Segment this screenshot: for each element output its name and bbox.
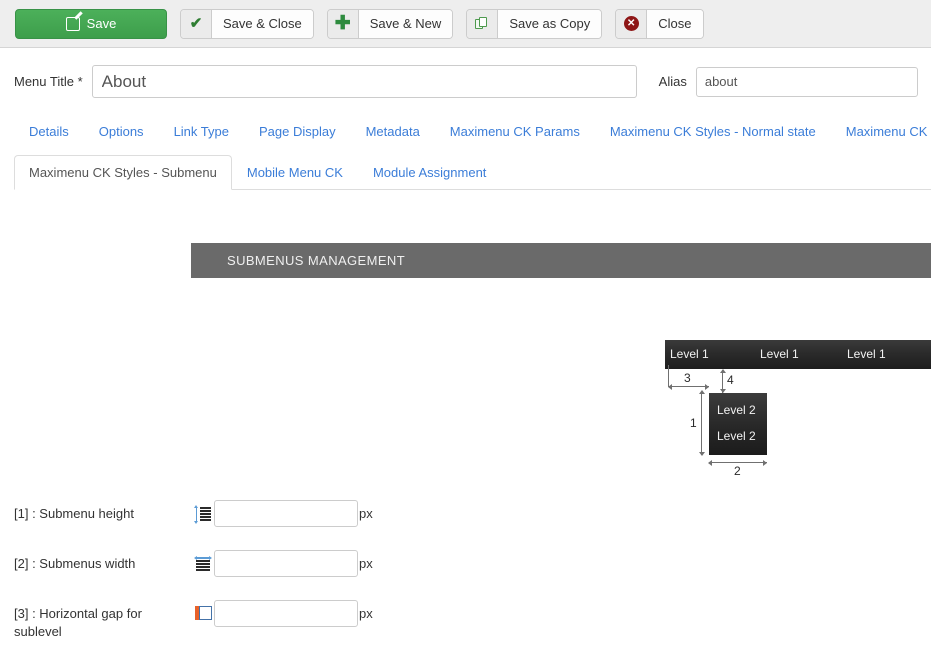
submenus-width-unit: px <box>359 556 373 571</box>
submenu-height-unit: px <box>359 506 373 521</box>
tab-bar: Details Options Link Type Page Display M… <box>0 114 931 190</box>
save-button-label: Save <box>86 16 117 31</box>
diagram-level1-item-2: Level 1 <box>760 347 799 361</box>
measure-3-arrow-right <box>705 383 709 390</box>
horizontal-gap-unit: px <box>359 606 373 621</box>
toolbar: Save ✔ Save & Close ✚ Save & New Save as… <box>0 0 931 48</box>
measure-2-arrow-left <box>708 459 712 466</box>
measure-1-line <box>701 393 702 455</box>
diagram-level2-item-2: Level 2 <box>717 429 756 443</box>
measure-1-arrow-down <box>698 452 705 456</box>
tab-page-display[interactable]: Page Display <box>244 114 351 148</box>
alias-label: Alias <box>658 74 687 89</box>
alias-input[interactable] <box>695 66 918 97</box>
save-and-close-button[interactable]: ✔ Save & Close <box>180 8 314 39</box>
save-as-copy-button[interactable]: Save as Copy <box>466 8 603 39</box>
measure-3-line <box>668 386 709 387</box>
diagram-level1-item-3: Level 1 <box>847 347 886 361</box>
save-and-new-button-label: Save & New <box>358 9 453 38</box>
menu-title-label: Menu Title * <box>14 74 83 89</box>
submenu-height-label: [1] : Submenu height <box>14 506 134 521</box>
submenus-width-label: [2] : Submenus width <box>14 556 136 571</box>
menu-title-input[interactable] <box>91 65 637 98</box>
field-row-horizontal-gap: [3] : Horizontal gap for sublevel px <box>0 600 931 641</box>
measure-2-arrow-right <box>763 459 767 466</box>
submenus-width-input[interactable] <box>214 550 358 577</box>
tab-maximenu-ck-styles-normal-state[interactable]: Maximenu CK Styles - Normal state <box>595 114 831 148</box>
copy-icon <box>467 9 499 38</box>
pencil-square-icon <box>65 16 80 31</box>
diagram-menubar: Level 1 Level 1 Level 1 <box>665 340 931 369</box>
measure-2-line <box>709 462 767 463</box>
horizontal-gap-input[interactable] <box>214 600 358 627</box>
save-as-copy-button-label: Save as Copy <box>498 9 602 38</box>
field-row-submenu-height: [1] : Submenu height px <box>0 500 931 527</box>
diagram-level1-item-1: Level 1 <box>670 347 709 361</box>
submenu-height-input[interactable] <box>214 500 358 527</box>
save-button[interactable]: Save <box>15 8 167 39</box>
check-icon: ✔ <box>181 9 212 38</box>
plus-icon: ✚ <box>327 9 359 38</box>
measure-2-label: 2 <box>734 464 741 478</box>
tab-maximenu-ck-params[interactable]: Maximenu CK Params <box>435 114 595 148</box>
field-row-submenus-width: [2] : Submenus width px <box>0 550 931 577</box>
save-and-close-button-label: Save & Close <box>212 9 313 38</box>
width-lines-icon <box>192 550 214 573</box>
left-gap-box-icon <box>192 600 214 621</box>
tab-maximenu-ck-styles-submenu[interactable]: Maximenu CK Styles - Submenu <box>14 155 232 190</box>
submenu-settings-panel: SUBMENUS MANAGEMENT Level 1 Level 1 Leve… <box>0 190 931 639</box>
tab-metadata[interactable]: Metadata <box>351 114 435 148</box>
diagram-submenu-box: Level 2 Level 2 <box>709 393 767 455</box>
close-circle-icon: ✕ <box>616 9 648 38</box>
tab-link-type[interactable]: Link Type <box>159 114 244 148</box>
height-lines-icon <box>192 500 214 524</box>
tab-options[interactable]: Options <box>84 114 159 148</box>
save-and-new-button[interactable]: ✚ Save & New <box>326 8 454 39</box>
close-button[interactable]: ✕ Close <box>615 8 704 39</box>
tab-row-primary: Details Options Link Type Page Display M… <box>14 114 931 148</box>
submenu-dimension-diagram: Level 1 Level 1 Level 1 Level 2 Level 2 … <box>665 340 931 480</box>
measure-4-arrow-down <box>719 389 726 393</box>
horizontal-gap-label: [3] : Horizontal gap for sublevel <box>14 606 142 639</box>
section-header: SUBMENUS MANAGEMENT <box>191 243 931 278</box>
measure-1-label: 1 <box>690 416 697 430</box>
measure-3-label: 3 <box>684 371 691 385</box>
tab-mobile-menu-ck[interactable]: Mobile Menu CK <box>232 155 358 189</box>
form-header-row: Menu Title * Alias <box>0 48 931 98</box>
close-button-label: Close <box>647 9 703 38</box>
tab-maximenu-ck-styles-truncated[interactable]: Maximenu CK St <box>831 114 931 148</box>
tab-row-secondary: Maximenu CK Styles - Submenu Mobile Menu… <box>14 155 931 190</box>
measure-3-arrow-left <box>668 383 672 390</box>
settings-field-list: [1] : Submenu height px [2] : Submenus w… <box>0 500 931 663</box>
measure-4-arrow-up <box>719 369 726 373</box>
measure-4-label: 4 <box>727 373 734 387</box>
tab-details[interactable]: Details <box>14 114 84 148</box>
tab-module-assignment[interactable]: Module Assignment <box>358 155 501 189</box>
measure-1-arrow-up <box>698 390 705 394</box>
diagram-level2-item-1: Level 2 <box>717 403 756 417</box>
